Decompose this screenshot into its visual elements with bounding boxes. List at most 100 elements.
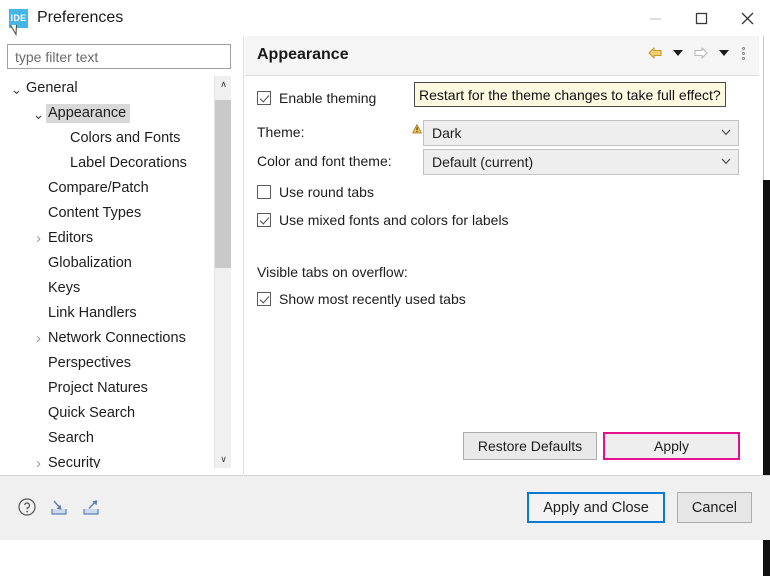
sidebar-item-content-types[interactable]: Content Types — [7, 201, 214, 226]
sidebar-item-link-handlers[interactable]: Link Handlers — [7, 301, 214, 326]
forward-dropdown-icon[interactable] — [715, 44, 733, 62]
chevron-down-icon[interactable]: ⌄ — [9, 85, 24, 93]
theme-combobox[interactable]: Dark — [423, 120, 739, 146]
color-font-theme-label: Color and font theme: — [257, 153, 392, 169]
back-dropdown-icon[interactable] — [669, 44, 687, 62]
sidebar-item-label: Quick Search — [46, 404, 139, 423]
theme-value: Dark — [424, 125, 462, 141]
color-font-theme-label-row: Color and font theme: — [257, 153, 392, 169]
sidebar-item-label: Perspectives — [46, 354, 135, 373]
enable-theming-row[interactable]: Enable theming — [257, 90, 376, 106]
preferences-tree-pane: ⌄General⌄AppearanceColors and FontsLabel… — [0, 36, 238, 474]
restore-defaults-button[interactable]: Restore Defaults — [463, 432, 597, 460]
cancel-button[interactable]: Cancel — [677, 492, 752, 523]
minimize-icon[interactable] — [632, 0, 678, 36]
apply-button[interactable]: Apply — [603, 432, 740, 460]
filter-field-wrapper — [7, 44, 231, 69]
tooltip-pointer — [10, 24, 24, 35]
theme-warning-icon — [412, 122, 422, 132]
sidebar-item-colors-and-fonts[interactable]: Colors and Fonts — [7, 126, 214, 151]
enable-theming-label: Enable theming — [279, 90, 376, 106]
back-arrow-icon[interactable] — [646, 44, 664, 62]
sidebar-item-label: Keys — [46, 279, 84, 298]
use-round-tabs-row[interactable]: Use round tabs — [257, 184, 374, 200]
footer-button-group: Apply and Close Cancel — [527, 492, 752, 523]
window-title: Preferences — [37, 9, 123, 27]
show-mru-tabs-row[interactable]: Show most recently used tabs — [257, 291, 466, 307]
use-round-tabs-label: Use round tabs — [279, 184, 374, 200]
chevron-down-icon — [721, 158, 729, 166]
sidebar-item-label: Globalization — [46, 254, 136, 273]
chevron-down-icon[interactable]: ⌄ — [31, 110, 46, 118]
use-mixed-fonts-checkbox[interactable] — [257, 213, 271, 227]
scrollbar-thumb[interactable] — [215, 100, 231, 268]
sidebar-item-label: Link Handlers — [46, 304, 141, 323]
sidebar-item-editors[interactable]: ›Editors — [7, 226, 214, 251]
sidebar-item-search[interactable]: Search — [7, 426, 214, 451]
sidebar-item-label: Security — [46, 454, 104, 468]
tree-scrollbar[interactable]: ∧ ∨ — [214, 76, 231, 468]
theme-label-row: Theme: — [257, 124, 304, 140]
chevron-right-icon[interactable]: › — [31, 331, 46, 346]
pane-divider — [243, 36, 244, 474]
help-icon[interactable] — [16, 496, 38, 518]
page-toolbar — [646, 44, 749, 62]
export-icon[interactable] — [80, 496, 102, 518]
footer-icon-group — [16, 496, 102, 518]
view-menu-icon[interactable] — [738, 47, 749, 60]
sidebar-item-keys[interactable]: Keys — [7, 276, 214, 301]
use-mixed-fonts-row[interactable]: Use mixed fonts and colors for labels — [257, 212, 509, 228]
scroll-up-arrow-icon[interactable]: ∧ — [215, 76, 231, 93]
appearance-form: Enable theming Theme: Dark — [245, 76, 759, 474]
right-edge-strip — [763, 36, 770, 540]
chevron-right-icon[interactable]: › — [31, 456, 46, 468]
sidebar-item-general[interactable]: ⌄General — [7, 76, 214, 101]
preferences-tree: ⌄General⌄AppearanceColors and FontsLabel… — [7, 76, 231, 468]
show-mru-tabs-checkbox[interactable] — [257, 292, 271, 306]
page-title: Appearance — [257, 46, 349, 64]
sidebar-item-perspectives[interactable]: Perspectives — [7, 351, 214, 376]
sidebar-item-label: Label Decorations — [68, 154, 191, 173]
sidebar-item-label: General — [24, 79, 82, 98]
title-bar: IDE Preferences — [0, 0, 770, 36]
sidebar-item-network-connections[interactable]: ›Network Connections — [7, 326, 214, 351]
visible-tabs-heading: Visible tabs on overflow: — [257, 264, 408, 280]
sidebar-item-label: Network Connections — [46, 329, 190, 348]
sidebar-item-quick-search[interactable]: Quick Search — [7, 401, 214, 426]
scroll-down-arrow-icon[interactable]: ∨ — [215, 451, 231, 468]
maximize-icon[interactable] — [678, 0, 724, 36]
visible-tabs-heading-row: Visible tabs on overflow: — [257, 264, 408, 280]
sidebar-item-label: Content Types — [46, 204, 145, 223]
color-font-theme-combobox[interactable]: Default (current) — [423, 149, 739, 175]
sidebar-item-label-decorations[interactable]: Label Decorations — [7, 151, 214, 176]
sidebar-item-compare-patch[interactable]: Compare/Patch — [7, 176, 214, 201]
sidebar-item-security[interactable]: ›Security — [7, 451, 214, 468]
search-input[interactable] — [7, 44, 231, 69]
theme-label: Theme: — [257, 124, 304, 140]
sidebar-item-label: Search — [46, 429, 98, 448]
sidebar-item-label: Editors — [46, 229, 97, 248]
use-round-tabs-checkbox[interactable] — [257, 185, 271, 199]
close-icon[interactable] — [724, 0, 770, 36]
sidebar-item-label: Project Natures — [46, 379, 152, 398]
page-button-row: Restore Defaults Apply — [245, 432, 759, 462]
preferences-dialog: IDE Preferences ⌄General⌄AppearanceColor… — [0, 0, 770, 540]
page-header: Appearance — [245, 36, 759, 76]
show-mru-tabs-label: Show most recently used tabs — [279, 291, 466, 307]
tree-items-container: ⌄General⌄AppearanceColors and FontsLabel… — [7, 76, 214, 468]
sidebar-item-globalization[interactable]: Globalization — [7, 251, 214, 276]
sidebar-item-label: Colors and Fonts — [68, 129, 184, 148]
window-controls — [632, 0, 770, 36]
sidebar-item-project-natures[interactable]: Project Natures — [7, 376, 214, 401]
forward-arrow-icon[interactable] — [692, 44, 710, 62]
enable-theming-checkbox[interactable] — [257, 91, 271, 105]
color-font-theme-value: Default (current) — [424, 154, 533, 170]
dialog-footer: Apply and Close Cancel — [0, 475, 770, 540]
sidebar-item-label: Compare/Patch — [46, 179, 153, 198]
sidebar-item-label: Appearance — [46, 104, 130, 123]
chevron-right-icon[interactable]: › — [31, 231, 46, 246]
apply-and-close-button[interactable]: Apply and Close — [527, 492, 665, 523]
sidebar-item-appearance[interactable]: ⌄Appearance — [7, 101, 214, 126]
import-icon[interactable] — [48, 496, 70, 518]
use-mixed-fonts-label: Use mixed fonts and colors for labels — [279, 212, 509, 228]
